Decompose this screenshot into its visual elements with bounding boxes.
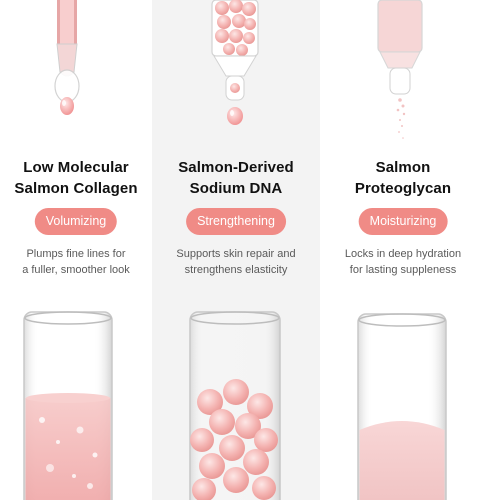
benefit-card-collagen: Low Molecular Salmon Collagen Volumizing… — [0, 0, 152, 500]
benefit-card-proteoglycan: Salmon Proteoglycan Moisturizing Locks i… — [320, 0, 486, 500]
benefit-badge: Volumizing — [34, 208, 118, 235]
benefit-description-line2: a fuller, smoother look — [22, 263, 130, 276]
benefit-badge: Moisturizing — [358, 208, 448, 235]
benefit-description-line2: for lasting suppleness — [349, 263, 457, 276]
benefit-title-line1: Salmon-Derived — [178, 159, 294, 176]
benefit-description-line2: strengthens elasticity — [184, 263, 288, 276]
benefit-title-line2: Salmon Collagen — [14, 180, 138, 197]
benefit-title-line2: Sodium DNA — [189, 180, 283, 197]
benefit-description-line1: Plumps fine lines for — [26, 248, 126, 260]
benefit-title: Salmon-Derived Sodium DNA — [152, 157, 320, 199]
benefit-title-line1: Salmon — [375, 159, 431, 176]
benefit-title: Low Molecular Salmon Collagen — [0, 157, 152, 199]
benefit-description: Supports skin repair and strengthens ela… — [152, 247, 320, 278]
benefit-card-sodium-dna: Salmon-Derived Sodium DNA Strengthening … — [152, 0, 320, 500]
benefit-title-line2: Proteoglycan — [354, 180, 452, 197]
benefit-description: Plumps fine lines for a fuller, smoother… — [0, 247, 152, 278]
benefit-description-line1: Locks in deep hydration — [344, 248, 462, 260]
benefit-description: Locks in deep hydration for lasting supp… — [320, 247, 486, 278]
benefit-title: Salmon Proteoglycan — [320, 157, 486, 199]
benefit-badge: Strengthening — [186, 208, 286, 235]
benefit-title-line1: Low Molecular — [23, 159, 129, 176]
benefit-description-line1: Supports skin repair and — [176, 248, 296, 260]
